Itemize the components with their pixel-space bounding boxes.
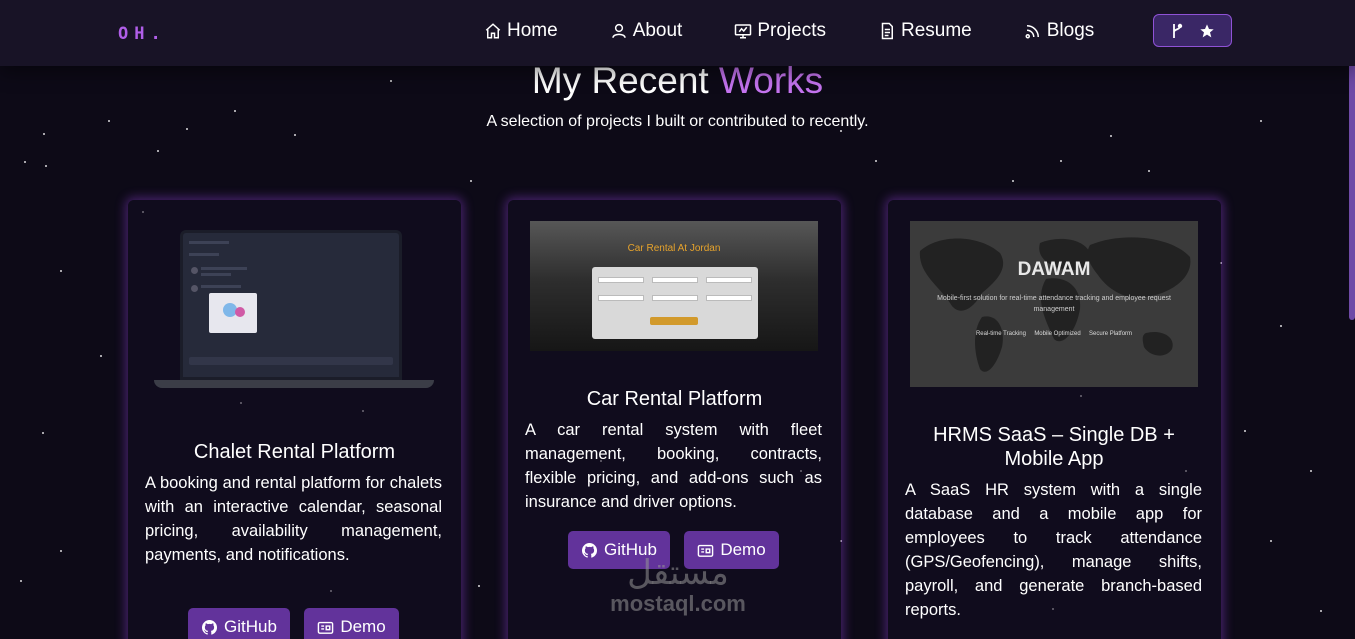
project-card-hrms: DAWAM Mobile-first solution for real-tim… [888, 200, 1221, 639]
feature-secure: Secure Platform [1089, 331, 1133, 337]
star-dot [1148, 170, 1150, 172]
star-dot [875, 160, 877, 162]
projects-icon [734, 22, 752, 40]
project-title: HRMS SaaS – Single DB + Mobile App [933, 424, 1175, 470]
project-image-car-rental: Car Rental At Jordan [530, 221, 818, 351]
project-description: A car rental system with fleet managemen… [525, 421, 822, 511]
feature-mobile: Mobile Optimized [1034, 331, 1081, 337]
nav-projects[interactable]: Projects [734, 18, 826, 44]
git-fork-icon [1171, 23, 1183, 39]
project-title: Car Rental Platform [586, 388, 763, 410]
star-icon [1199, 23, 1215, 39]
nav-projects-label: Projects [757, 20, 826, 41]
navbar: OH. Home About Projects Resume Blogs [0, 0, 1355, 66]
nav-links: Home About Projects Resume Blogs [484, 18, 1094, 44]
section-title-prefix: My Recent [531, 60, 709, 101]
blog-icon [1024, 22, 1042, 40]
hrms-image-subtitle: Mobile-first solution for real-time atte… [937, 295, 1171, 313]
scrollbar[interactable] [1349, 40, 1355, 320]
github-button[interactable]: GitHub [188, 608, 290, 639]
project-card-car-rental: Car Rental At Jordan Car Rental Platform… [508, 200, 841, 639]
star-dot [24, 161, 26, 163]
github-star-button[interactable] [1153, 14, 1232, 47]
star-dot [43, 133, 45, 135]
star-dot [294, 134, 296, 136]
star-dot [157, 150, 159, 152]
feature-realtime: Real-time Tracking [975, 331, 1026, 337]
star-dot [20, 580, 22, 582]
star-dot [100, 355, 102, 357]
demo-button[interactable]: Demo [304, 608, 399, 639]
star-dot [45, 165, 47, 167]
logo[interactable]: OH. [118, 24, 167, 44]
star-dot [1320, 610, 1322, 612]
github-icon [581, 542, 598, 559]
user-icon [610, 22, 628, 40]
hrms-image-features: Real-time Tracking Mobile Optimized Secu… [910, 331, 1198, 337]
project-title: Chalet Rental Platform [193, 441, 396, 463]
laptop-screen [180, 230, 402, 380]
nav-resume-label: Resume [900, 20, 972, 41]
project-image-hrms: DAWAM Mobile-first solution for real-tim… [910, 221, 1198, 387]
nav-blogs-label: Blogs [1046, 20, 1095, 41]
star-dot [470, 180, 472, 182]
nav-home[interactable]: Home [484, 18, 558, 44]
car-image-title: Car Rental At Jordan [627, 243, 721, 254]
document-icon [878, 22, 896, 40]
project-description: A SaaS HR system with a single database … [905, 481, 1202, 619]
car-booking-form-preview [592, 267, 758, 339]
section-title: My Recent Works [0, 60, 1355, 102]
project-image-chalet [154, 230, 434, 390]
star-dot [1012, 180, 1014, 182]
nav-blogs[interactable]: Blogs [1024, 18, 1095, 44]
demo-button-label: Demo [720, 540, 766, 559]
star-dot [1060, 160, 1062, 162]
star-dot [1270, 540, 1272, 542]
section-subtitle: A selection of projects I built or contr… [486, 113, 869, 130]
star-dot [234, 110, 236, 112]
star-dot [42, 432, 44, 434]
nav-resume[interactable]: Resume [878, 18, 972, 44]
star-dot [1110, 135, 1112, 137]
hrms-image-title: DAWAM [1017, 259, 1091, 280]
star-dot [60, 550, 62, 552]
nav-home-label: Home [507, 20, 558, 41]
laptop-base [154, 380, 434, 388]
demo-button-label: Demo [340, 617, 386, 636]
demo-icon [697, 542, 714, 559]
github-button[interactable]: GitHub [568, 531, 670, 569]
demo-icon [317, 619, 334, 636]
github-button-label: GitHub [604, 540, 657, 559]
star-dot [60, 270, 62, 272]
nav-about-label: About [632, 20, 683, 41]
project-card-chalet: Chalet Rental Platform A booking and ren… [128, 200, 461, 639]
demo-button[interactable]: Demo [684, 531, 779, 569]
star-dot [1244, 430, 1246, 432]
project-description: A booking and rental platform for chalet… [145, 474, 442, 564]
github-icon [201, 619, 218, 636]
nav-about[interactable]: About [610, 18, 683, 44]
star-dot [1280, 325, 1282, 327]
star-dot [478, 585, 480, 587]
star-dot [1310, 470, 1312, 472]
section-title-accent: Works [718, 60, 824, 101]
github-button-label: GitHub [224, 617, 277, 636]
home-icon [484, 22, 502, 40]
